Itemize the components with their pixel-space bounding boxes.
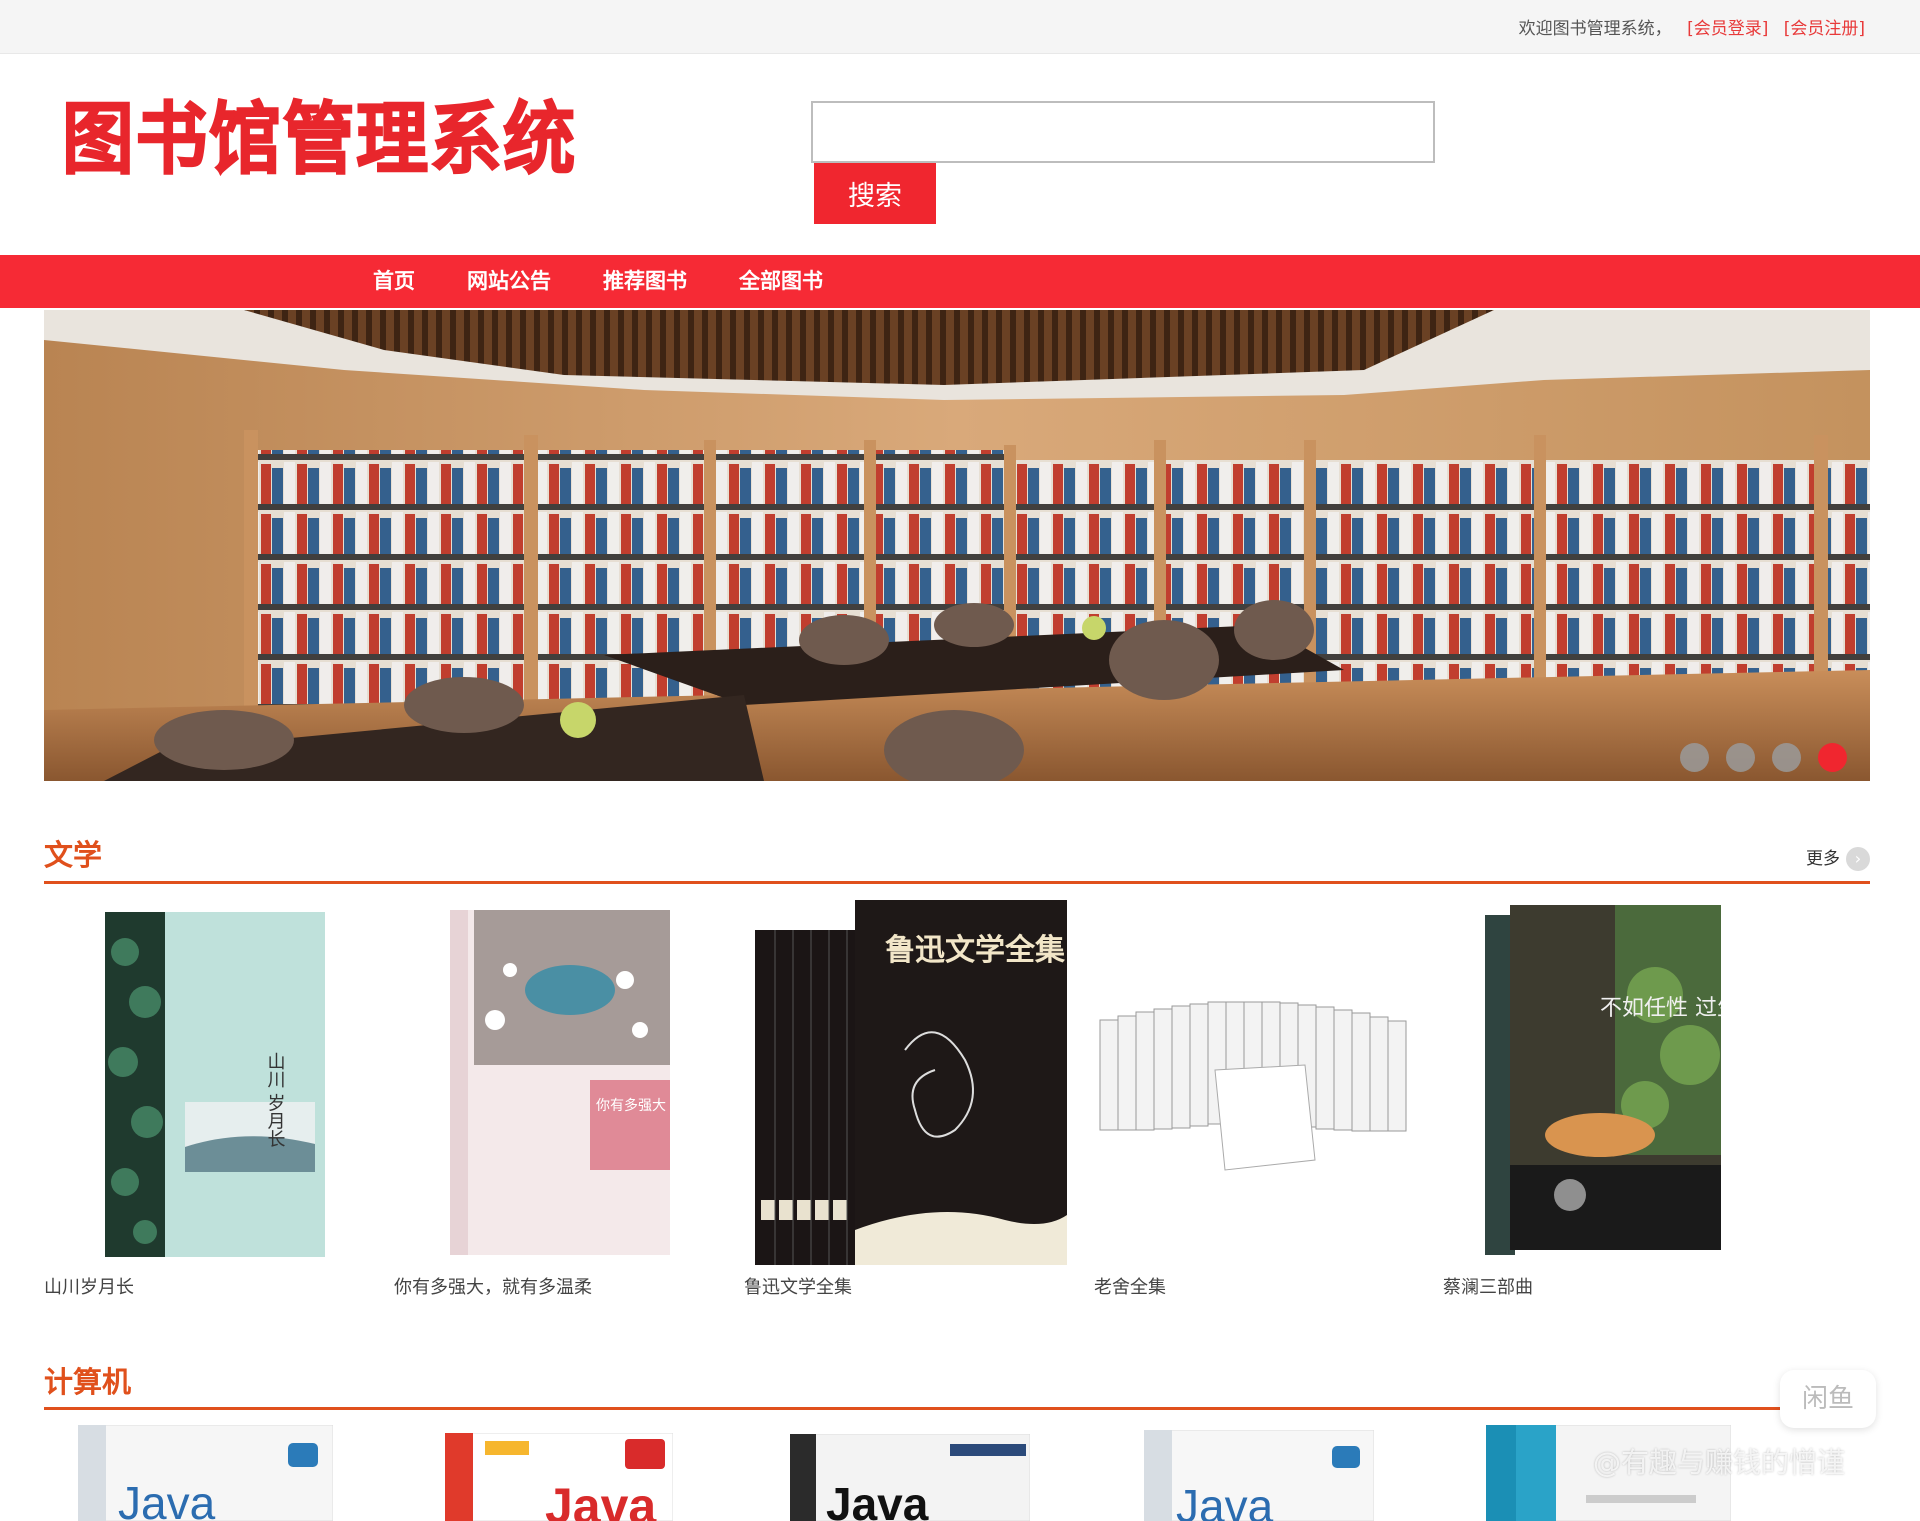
nav-item-home[interactable]: 首页 <box>373 255 415 308</box>
top-bar: 欢迎图书管理系统， [会员登录] [会员注册] <box>0 0 1920 54</box>
svg-text:Java: Java <box>826 1478 929 1521</box>
book-card-laoshe[interactable] <box>1095 1000 1425 1180</box>
book-cover: 你有多强大 就有 多温柔 <box>450 910 670 1255</box>
svg-text:Java: Java <box>545 1478 657 1521</box>
more-label: 更多 <box>1806 849 1840 869</box>
search-button[interactable]: 搜索 <box>814 163 936 224</box>
svg-text:Java: Java <box>1176 1480 1274 1521</box>
watermark-text: @有趣与赚钱的憎谨 <box>1593 1446 1846 1479</box>
book-title[interactable]: 山川岁月长 <box>44 1273 134 1299</box>
svg-text:你有多强大 就有 多温柔: 你有多强大 就有 多温柔 <box>596 1097 670 1114</box>
book-cover: Java <box>445 1433 673 1521</box>
carousel-dot-3[interactable] <box>1772 743 1801 772</box>
book-card-shanchuan[interactable]: 山川 岁月长 <box>105 912 325 1257</box>
svg-text:不如任性 过生活: 不如任性 过生活 <box>1600 996 1721 1021</box>
book-title[interactable]: 鲁迅文学全集 <box>744 1273 852 1299</box>
search-input[interactable] <box>811 101 1435 163</box>
carousel-dot-2[interactable] <box>1726 743 1755 772</box>
more-link[interactable]: 更多 › <box>1806 844 1870 871</box>
login-link[interactable]: [会员登录] <box>1687 19 1768 39</box>
nav-item-all-books[interactable]: 全部图书 <box>739 255 823 308</box>
xianyu-logo: 闲鱼 <box>1780 1370 1876 1428</box>
section-title-literature: 文学 <box>44 838 103 872</box>
svg-text:山川 岁月长: 山川 岁月长 <box>265 1052 286 1148</box>
nav-item-announcements[interactable]: 网站公告 <box>467 255 551 308</box>
book-cover <box>1099 1001 1407 1171</box>
book-card-cailan[interactable]: 不如任性 过生活 <box>1485 905 1721 1255</box>
book-cover: 鲁迅文学全集 <box>755 900 1067 1265</box>
book-card-java-4[interactable]: Java <box>1144 1430 1374 1521</box>
book-card-java-1[interactable]: Java <box>78 1425 333 1521</box>
book-cover: Java <box>1144 1430 1374 1521</box>
book-title[interactable]: 蔡澜三部曲 <box>1443 1273 1533 1299</box>
site-logo[interactable]: 图书馆管理系统 <box>61 88 582 186</box>
book-cover: Java <box>790 1434 1030 1521</box>
section-title-computer: 计算机 <box>44 1365 132 1399</box>
register-link[interactable]: [会员注册] <box>1784 19 1865 39</box>
section-divider <box>44 1407 1870 1410</box>
section-divider <box>44 881 1870 884</box>
nav-item-recommended[interactable]: 推荐图书 <box>603 255 687 308</box>
logo-text: 图书馆管理系统 <box>62 95 577 184</box>
book-card-luxun[interactable]: 鲁迅文学全集 <box>755 900 1067 1265</box>
carousel-dot-4[interactable] <box>1818 743 1847 772</box>
book-cover: 山川 岁月长 <box>105 912 325 1257</box>
welcome-text: 欢迎图书管理系统， <box>1518 19 1672 39</box>
svg-text:Java: Java <box>118 1477 216 1521</box>
book-title[interactable]: 你有多强大，就有多温柔 <box>394 1273 592 1299</box>
user-links: 欢迎图书管理系统， [会员登录] [会员注册] <box>1519 14 1865 39</box>
book-card-java-3[interactable]: Java <box>790 1434 1030 1521</box>
svg-text:鲁迅文学全集: 鲁迅文学全集 <box>885 933 1066 968</box>
book-title[interactable]: 老舍全集 <box>1094 1273 1166 1299</box>
book-card-java-2[interactable]: Java <box>445 1433 673 1521</box>
carousel-banner-image[interactable] <box>44 310 1870 781</box>
carousel-dot-1[interactable] <box>1680 743 1709 772</box>
main-nav: 首页 网站公告 推荐图书 全部图书 <box>0 255 1920 308</box>
chevron-right-icon: › <box>1846 847 1870 871</box>
book-card-niyouduoqiangda[interactable]: 你有多强大 就有 多温柔 <box>450 910 670 1255</box>
book-cover: Java <box>78 1425 333 1521</box>
book-cover: 不如任性 过生活 <box>1485 905 1721 1255</box>
